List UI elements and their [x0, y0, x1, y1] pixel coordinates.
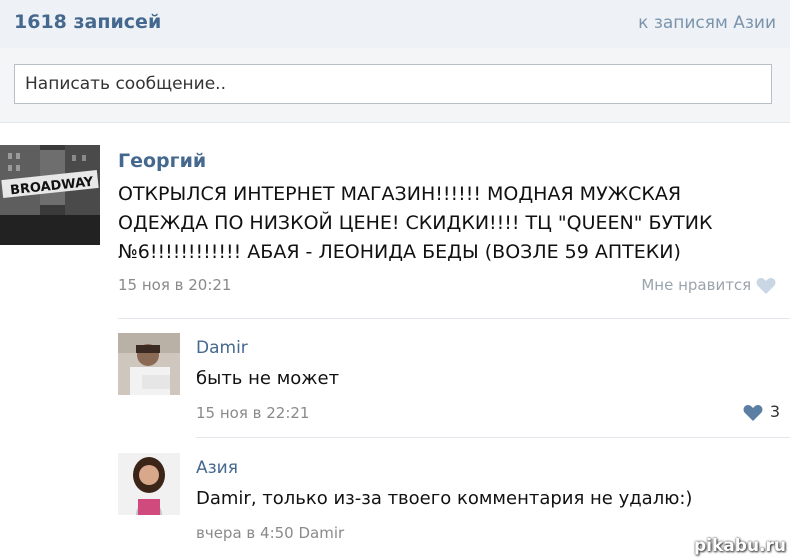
post-like-button[interactable]: Мне нравится — [641, 276, 776, 295]
wall-header: 1618 записей к записям Азии — [0, 0, 790, 49]
comment-date[interactable]: 15 ноя в 22:21 — [196, 404, 309, 422]
compose-area: Написать сообщение.. — [0, 48, 790, 123]
comment-author-avatar[interactable] — [118, 333, 180, 395]
comment-divider — [196, 437, 790, 438]
person-photo-icon — [118, 453, 180, 515]
post-date[interactable]: 15 ноя в 20:21 — [118, 276, 231, 294]
comment-author-name[interactable]: Damir — [196, 338, 248, 358]
records-count: 1618 записей — [14, 11, 162, 33]
post-text: ОТКРЫЛСЯ ИНТЕРНЕТ МАГАЗИН!!!!!! МОДНАЯ М… — [118, 183, 713, 263]
comment-author-avatar[interactable] — [118, 453, 180, 515]
comment-text: Damir, только из-за твоего комментария н… — [196, 488, 693, 509]
like-label: Мне нравится — [641, 276, 752, 294]
comment-date[interactable]: вчера в 4:50 Damir — [196, 524, 344, 542]
message-input[interactable]: Написать сообщение.. — [14, 64, 772, 104]
person-photo-icon — [118, 333, 180, 395]
pikabu-watermark: pikabu.ru — [694, 536, 786, 556]
post-author-name[interactable]: Георгий — [118, 150, 206, 172]
comment-like-button[interactable]: 3 — [743, 402, 780, 422]
heart-icon — [743, 404, 763, 421]
comment-author-name[interactable]: Азия — [196, 458, 238, 478]
heart-icon — [756, 277, 776, 294]
comment-text: быть не может — [196, 368, 340, 389]
post-divider — [118, 318, 790, 319]
post-author-avatar[interactable]: BROADWAY — [0, 145, 100, 245]
comment-like-count: 3 — [769, 402, 780, 421]
to-posts-link[interactable]: к записям Азии — [638, 13, 776, 33]
